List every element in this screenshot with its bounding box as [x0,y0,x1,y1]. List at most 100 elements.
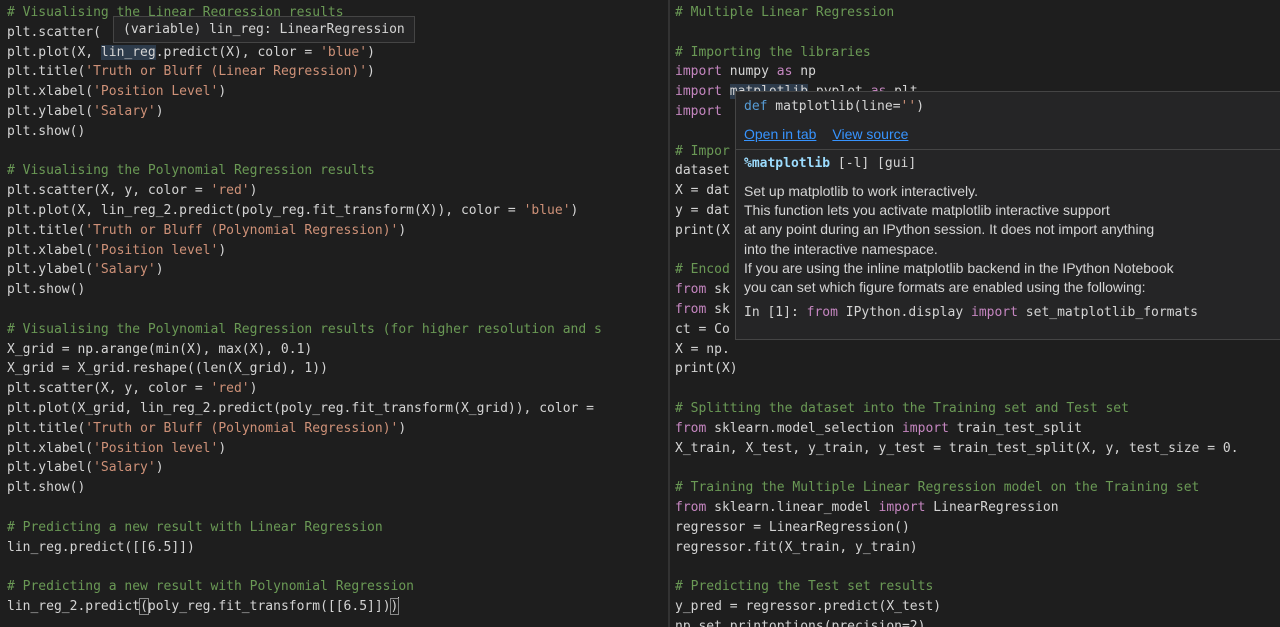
code-token: LinearRegression [925,499,1059,515]
code-line[interactable]: # Importing the libraries [675,43,1239,63]
doc-description-line: If you are using the inline matplotlib b… [744,259,1174,276]
code-token: 'blue' [320,44,368,60]
code-token: 'Truth or Bluff (Linear Regression)' [85,64,368,80]
code-token: # Training the Multiple Linear Regressio… [675,480,1200,496]
code-token: 'red' [210,381,250,397]
code-token: plt.ylabel( [7,460,94,476]
code-token: plt.show() [7,282,86,298]
code-line[interactable] [675,458,1239,478]
code-line[interactable]: plt.plot(X, lin_reg.predict(X), color = … [7,43,602,63]
code-line[interactable]: regressor.fit(X_train, y_train) [675,538,1239,558]
left-code-area[interactable]: # Visualising the Linear Regression resu… [7,3,602,617]
code-token: poly_reg.fit_transform([[6.5]]) [147,598,391,614]
code-line[interactable]: plt.xlabel('Position Level') [7,82,602,102]
doc-description-line: you can set which figure formats are ena… [744,279,1146,296]
code-token: # Predicting a new result with Linear Re… [7,519,383,535]
code-token: lin_reg_2.predict [7,598,141,614]
code-token: # Predicting a new result with Polynomia… [7,579,414,595]
code-line[interactable]: plt.ylabel('Salary') [7,260,602,280]
code-line[interactable]: from sklearn.linear_model import LinearR… [675,498,1239,518]
code-line[interactable] [675,23,1239,43]
code-line[interactable]: plt.title('Truth or Bluff (Polynomial Re… [7,419,602,439]
doc-description-line: This function lets you activate matplotl… [744,202,1110,219]
view-source-link[interactable]: View source [832,126,908,142]
example-name: set_matplotlib_formats [1017,305,1198,320]
code-line[interactable]: print(X) [675,359,1239,379]
code-token: # Importing the libraries [675,44,871,60]
code-line[interactable]: # Multiple Linear Regression [675,3,1239,23]
example-import: import [971,305,1018,320]
code-line[interactable]: plt.show() [7,478,602,498]
code-line[interactable]: y_pred = regressor.predict(X_test) [675,597,1239,617]
code-token: ) [367,44,375,60]
code-token: plt.scatter(X, y, color = [7,381,211,397]
code-line[interactable]: # Training the Multiple Linear Regressio… [675,478,1239,498]
code-line[interactable]: plt.plot(X, lin_reg_2.predict(poly_reg.f… [7,201,602,221]
code-line[interactable]: # Predicting the Test set results [675,577,1239,597]
code-line[interactable]: plt.scatter(X, y, color = 'red') [7,181,602,201]
code-token: 'Position level' [93,440,219,456]
code-line[interactable]: plt.title('Truth or Bluff (Polynomial Re… [7,221,602,241]
code-token: ) [249,381,258,397]
code-line[interactable]: np.set_printoptions(precision=2) [675,617,1239,627]
code-line[interactable]: plt.show() [7,280,602,300]
code-line[interactable]: from sklearn.model_selection import trai… [675,419,1239,439]
code-line[interactable]: # Visualising the Polynomial Regression … [7,161,602,181]
code-line[interactable]: X_train, X_test, y_train, y_test = train… [675,439,1239,459]
code-line[interactable]: # Splitting the dataset into the Trainin… [675,399,1239,419]
code-token: plt.title( [7,222,86,238]
code-token: ) [218,84,227,100]
code-line[interactable] [7,498,602,518]
code-line[interactable]: import numpy as np [675,62,1239,82]
code-token: 'Position Level' [93,84,219,100]
left-editor-pane[interactable]: # Visualising the Linear Regression resu… [0,0,668,627]
doc-description: Set up matplotlib to work interactively.… [744,182,1174,297]
code-line[interactable]: # Predicting a new result with Linear Re… [7,518,602,538]
code-token: from [675,301,707,317]
code-token: plt.plot(X_grid, lin_reg_2.predict(poly_… [7,400,602,416]
sig-name: matplotlib(line= [767,99,901,114]
code-line[interactable]: plt.ylabel('Salary') [7,458,602,478]
code-line[interactable]: X = np. [675,340,1239,360]
code-line[interactable]: plt.plot(X_grid, lin_reg_2.predict(poly_… [7,399,602,419]
code-token: regressor.fit(X_train, y_train) [675,539,918,555]
code-line[interactable] [675,379,1239,399]
code-line[interactable]: plt.ylabel('Salary') [7,102,602,122]
code-token: ) [389,597,400,615]
code-line[interactable]: plt.show() [7,122,602,142]
code-token: np.set_printoptions(precision=2) [675,618,926,627]
sig-keyword: def [744,99,768,114]
code-token: regressor = LinearRegression() [675,519,910,535]
code-token: plt.show() [7,123,86,139]
code-token: sklearn.linear_model [706,499,879,515]
code-line[interactable]: lin_reg_2.predict(poly_reg.fit_transform… [7,596,602,617]
code-token: 'red' [210,183,250,199]
code-token: plt.xlabel( [7,440,94,456]
code-line[interactable] [7,300,602,320]
code-line[interactable]: plt.xlabel('Position level') [7,439,602,459]
code-line[interactable]: lin_reg.predict([[6.5]]) [7,538,602,558]
code-token: # Impor [675,143,730,159]
code-token: X_train, X_test, y_train, y_test = train… [675,440,1239,456]
code-token: ( [139,597,149,615]
open-in-tab-link[interactable]: Open in tab [744,126,816,142]
doc-separator [736,149,1280,150]
code-line[interactable]: regressor = LinearRegression() [675,518,1239,538]
code-line[interactable]: # Predicting a new result with Polynomia… [7,577,602,597]
code-line[interactable] [7,557,602,577]
code-token: import [901,420,949,436]
code-line[interactable]: X_grid = np.arange(min(X), max(X), 0.1) [7,340,602,360]
example-module: IPython.display [837,305,971,320]
code-line[interactable] [675,557,1239,577]
doc-description-line: Set up matplotlib to work interactively. [744,183,978,199]
code-line[interactable]: X_grid = X_grid.reshape((len(X_grid), 1)… [7,359,602,379]
code-line[interactable]: plt.xlabel('Position level') [7,241,602,261]
code-token: import [675,84,722,100]
code-line[interactable]: plt.title('Truth or Bluff (Linear Regres… [7,62,602,82]
code-token: lin_reg.predict([[6.5]]) [7,539,195,555]
code-line[interactable]: plt.scatter(X, y, color = 'red') [7,379,602,399]
code-token: plt.scatter( [7,24,101,40]
code-line[interactable] [7,142,602,162]
code-line[interactable]: # Visualising the Polynomial Regression … [7,320,602,340]
